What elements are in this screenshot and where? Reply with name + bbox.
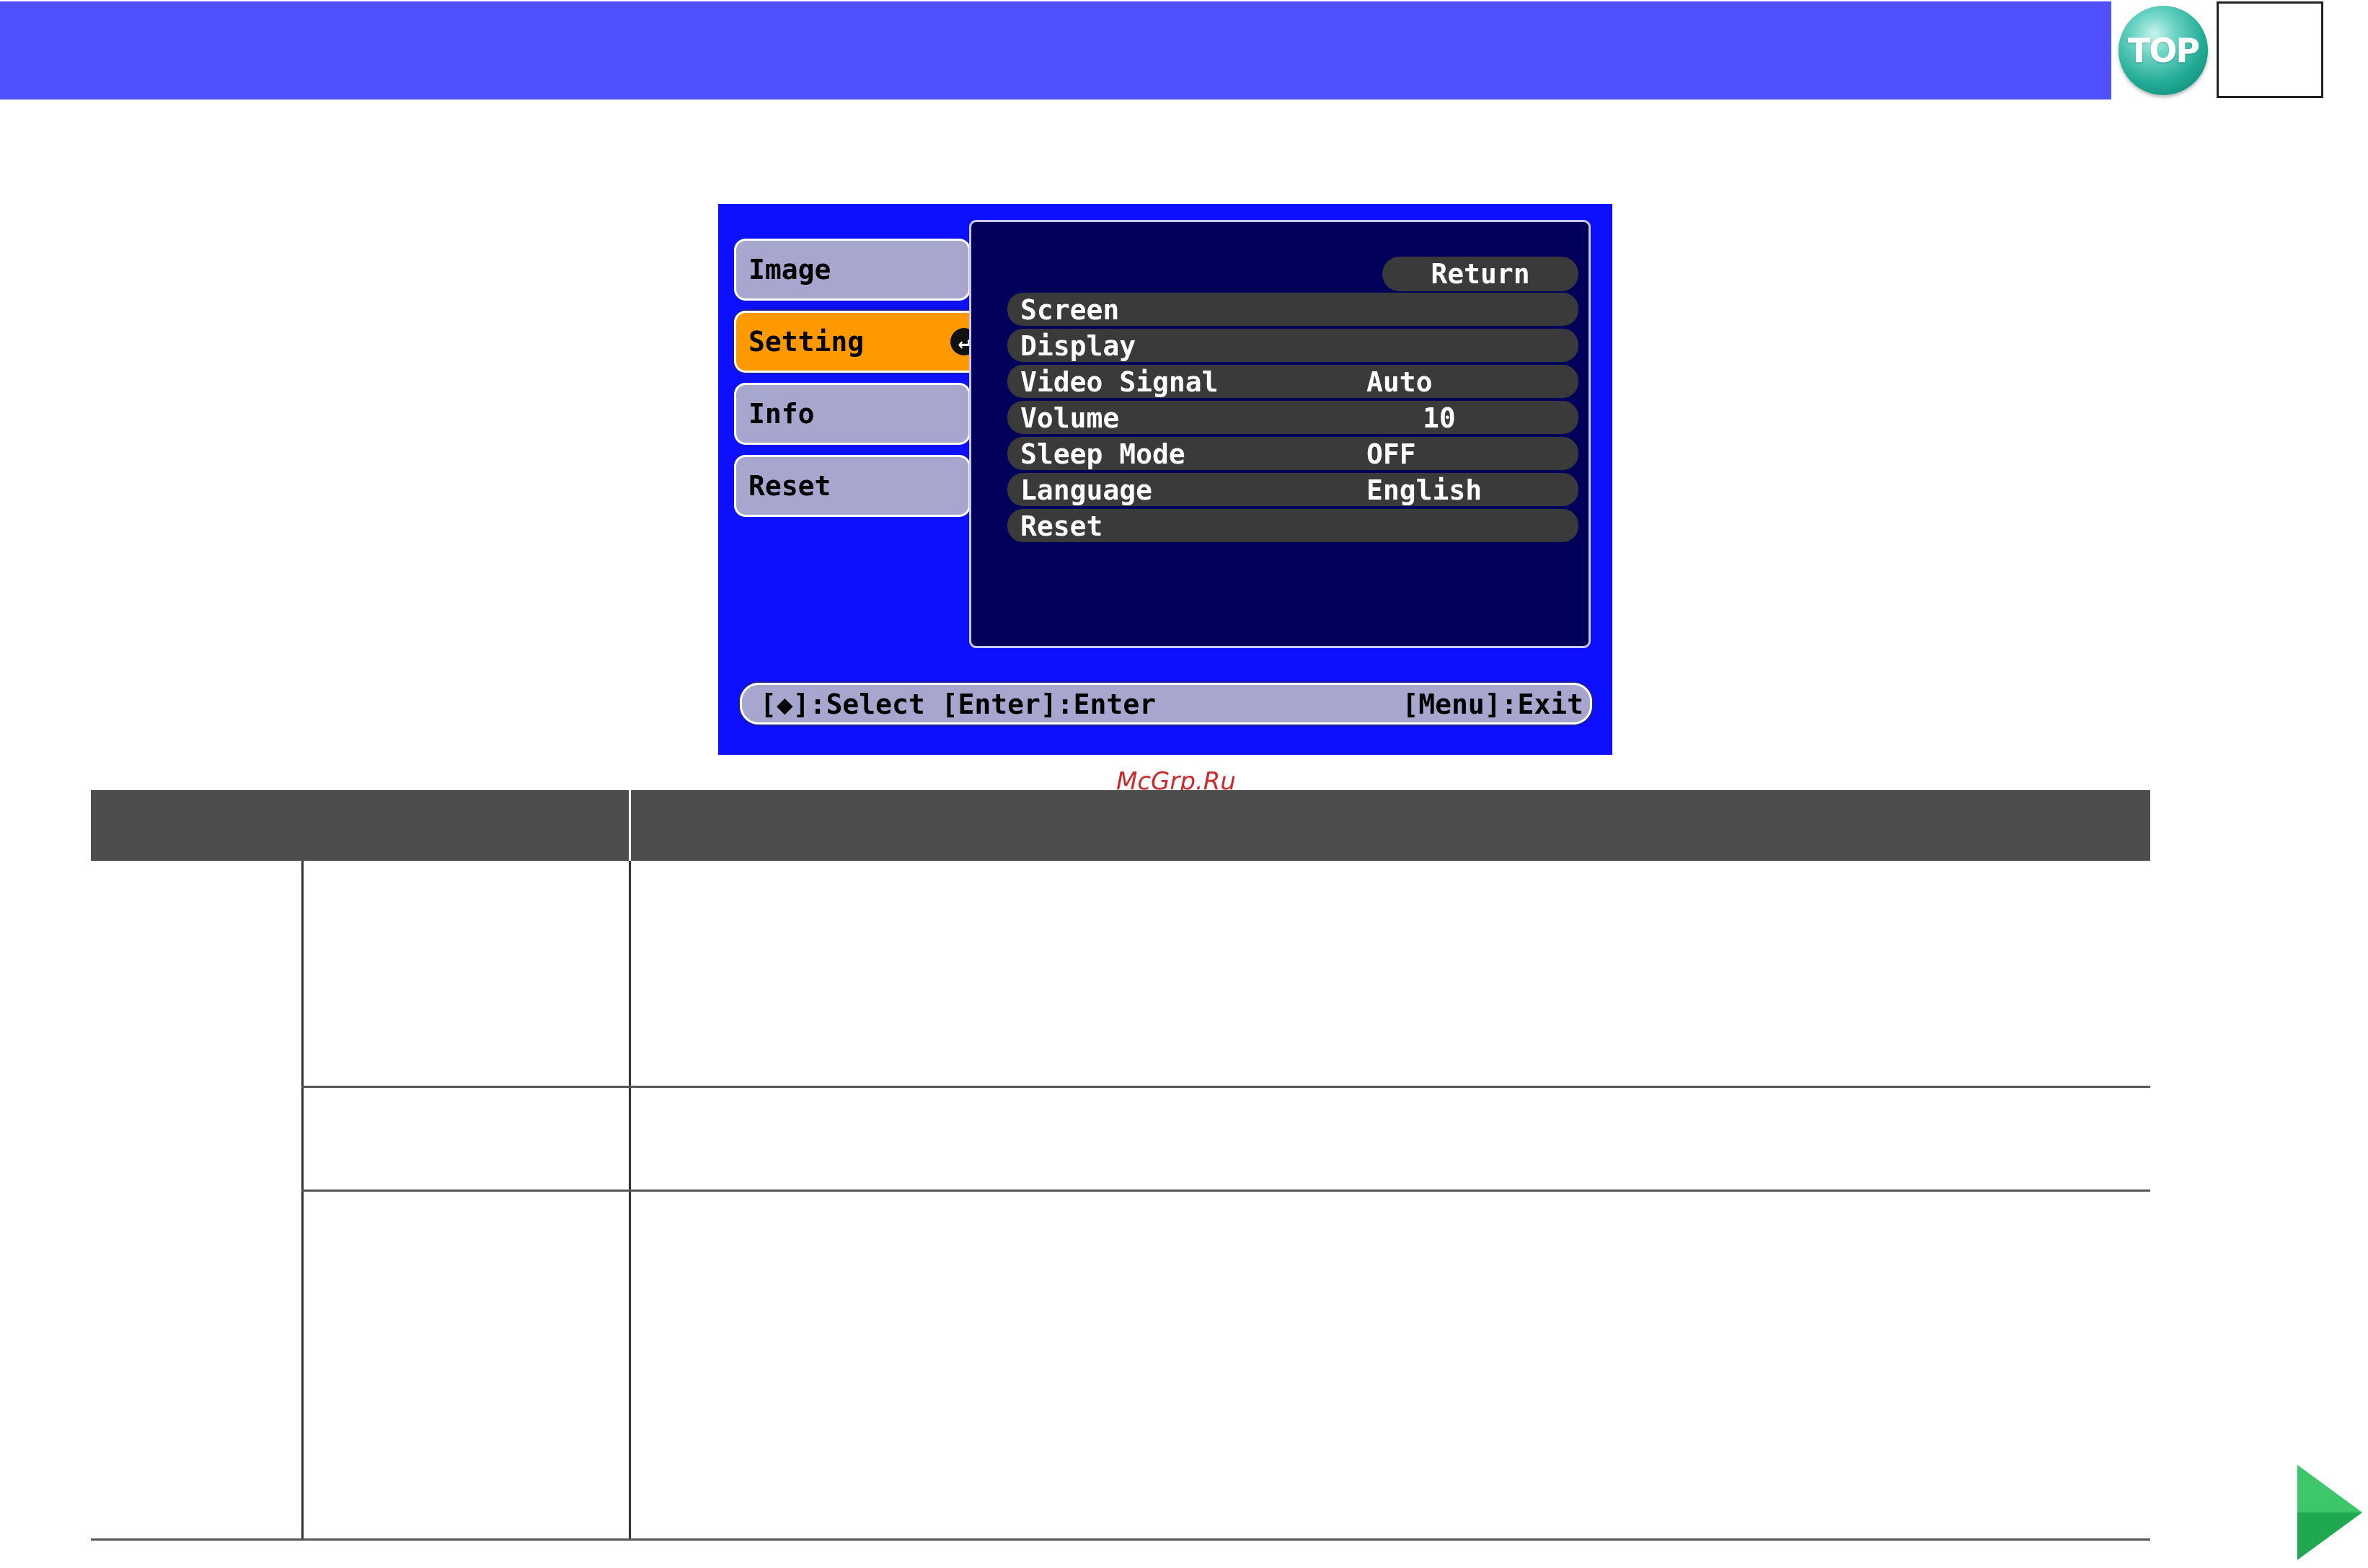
table-column-divider — [301, 861, 304, 1540]
table-row-divider — [301, 1086, 2150, 1088]
table-column-divider — [629, 861, 631, 1540]
menu-item-label: Screen — [1020, 294, 1120, 326]
header-bar — [0, 1, 2111, 99]
menu-item-label: Display — [1020, 330, 1136, 362]
menu-item-value: English — [1366, 474, 1483, 506]
page-number-box — [2217, 1, 2323, 98]
menu-item-display[interactable]: Display — [1007, 329, 1578, 362]
tab-info[interactable]: Info — [734, 383, 971, 445]
menu-item-value: OFF — [1366, 438, 1416, 470]
top-button[interactable]: TOP — [2119, 6, 2208, 95]
menu-item-reset[interactable]: Reset — [1007, 509, 1578, 542]
next-page-arrow-icon[interactable] — [2293, 1462, 2365, 1563]
tab-info-label: Info — [748, 398, 815, 430]
tab-image[interactable]: Image — [734, 239, 971, 301]
menu-item-volume[interactable]: Volume 10 — [1007, 401, 1578, 434]
menu-item-language[interactable]: Language English — [1007, 473, 1578, 506]
table-header — [91, 790, 2150, 861]
menu-item-label: Video Signal — [1020, 366, 1219, 398]
projector-osd-menu: Image Setting ↵ Info Reset Return Screen… — [718, 204, 1612, 755]
tab-setting-label: Setting — [748, 326, 865, 358]
table-bottom-border — [91, 1538, 2150, 1541]
status-bar: [◆]:Select [Enter]:Enter [Menu]:Exit — [740, 683, 1592, 725]
tab-reset[interactable]: Reset — [734, 455, 971, 517]
settings-panel: Return Screen Display Video Signal Auto … — [969, 220, 1591, 648]
menu-item-value: 10 — [1423, 402, 1456, 434]
status-hint-exit: [Menu]:Exit — [1402, 688, 1583, 720]
tab-image-label: Image — [748, 254, 831, 285]
menu-item-sleep-mode[interactable]: Sleep Mode OFF — [1007, 437, 1578, 470]
menu-item-video-signal[interactable]: Video Signal Auto — [1007, 365, 1578, 398]
status-hint-select: [◆]:Select [Enter]:Enter — [760, 688, 1157, 720]
menu-item-label: Language — [1020, 474, 1153, 506]
menu-item-value: Auto — [1366, 366, 1433, 398]
return-button[interactable]: Return — [1382, 257, 1578, 291]
table-row-divider — [301, 1190, 2150, 1192]
menu-item-screen[interactable]: Screen — [1007, 293, 1578, 326]
menu-item-label: Sleep Mode — [1020, 438, 1185, 470]
menu-item-label: Volume — [1020, 402, 1120, 434]
return-label: Return — [1431, 258, 1530, 290]
tab-reset-label: Reset — [748, 470, 831, 502]
tab-setting[interactable]: Setting ↵ — [734, 311, 991, 373]
menu-item-label: Reset — [1020, 510, 1103, 542]
top-button-label: TOP — [2127, 31, 2200, 70]
table-header-divider — [629, 790, 631, 861]
